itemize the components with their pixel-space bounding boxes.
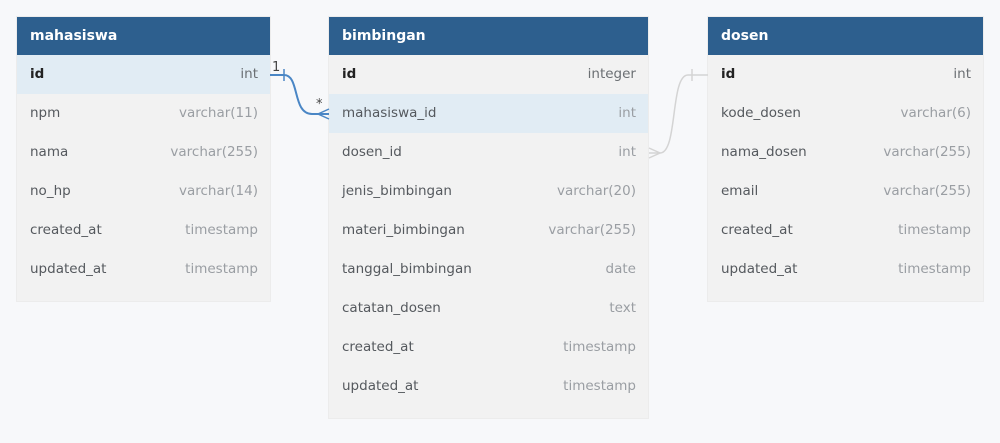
column-type: timestamp <box>185 261 258 277</box>
table-mahasiswa[interactable]: mahasiswa id int npm varchar(11) nama varchar(… <box>17 17 270 301</box>
column-type: varchar(255) <box>883 183 971 199</box>
column-row-tanggal-bimbingan[interactable]: tanggal_bimbingan date <box>329 250 648 289</box>
column-type: varchar(255) <box>170 144 258 160</box>
column-type: varchar(255) <box>548 222 636 238</box>
column-row-kode-dosen[interactable]: kode_dosen varchar(6) <box>708 94 983 133</box>
column-row-materi-bimbingan[interactable]: materi_bimbingan varchar(255) <box>329 211 648 250</box>
column-row-dosen-id[interactable]: dosen_id int <box>329 133 648 172</box>
column-type: date <box>605 261 636 277</box>
table-header[interactable]: bimbingan <box>329 17 648 55</box>
column-type: varchar(20) <box>556 183 636 199</box>
column-name: no_hp <box>30 183 71 199</box>
column-row-updated-at[interactable]: updated_at timestamp <box>329 367 648 406</box>
table-header[interactable]: dosen <box>708 17 983 55</box>
column-row-nama-dosen[interactable]: nama_dosen varchar(255) <box>708 133 983 172</box>
column-name: updated_at <box>30 261 107 277</box>
column-type: timestamp <box>898 261 971 277</box>
column-row-nama[interactable]: nama varchar(255) <box>17 133 270 172</box>
table-footer-padding <box>329 406 648 418</box>
column-row-id[interactable]: id integer <box>329 55 648 94</box>
column-type: timestamp <box>898 222 971 238</box>
column-type: varchar(14) <box>178 183 258 199</box>
column-row-npm[interactable]: npm varchar(11) <box>17 94 270 133</box>
column-name: materi_bimbingan <box>342 222 465 238</box>
relation-dosen-bimbingan[interactable] <box>649 74 708 154</box>
column-type: varchar(6) <box>900 105 971 121</box>
table-dosen[interactable]: dosen id int kode_dosen varchar(6) nama_dosen… <box>708 17 983 301</box>
column-name: updated_at <box>721 261 798 277</box>
column-type: varchar(255) <box>883 144 971 160</box>
column-row-jenis-bimbingan[interactable]: jenis_bimbingan varchar(20) <box>329 172 648 211</box>
table-header[interactable]: mahasiswa <box>17 17 270 55</box>
relation-from-label: 1 <box>272 60 280 75</box>
column-name: id <box>30 66 45 82</box>
column-name: jenis_bimbingan <box>342 183 452 199</box>
column-row-id[interactable]: id int <box>17 55 270 94</box>
column-name: email <box>721 183 759 199</box>
column-type: int <box>618 105 636 121</box>
column-name: npm <box>30 105 61 121</box>
column-name: kode_dosen <box>721 105 801 121</box>
column-name: created_at <box>342 339 414 355</box>
column-row-mahasiswa-id[interactable]: mahasiswa_id int <box>329 94 648 133</box>
column-type: timestamp <box>563 378 636 394</box>
column-type: int <box>953 66 971 82</box>
relation-mahasiswa-bimbingan[interactable] <box>270 74 329 115</box>
many-crowfoot-marker <box>316 108 330 120</box>
column-name: nama_dosen <box>721 144 807 160</box>
column-row-created-at[interactable]: created_at timestamp <box>708 211 983 250</box>
column-type: int <box>240 66 258 82</box>
column-type: varchar(11) <box>178 105 258 121</box>
column-row-id[interactable]: id int <box>708 55 983 94</box>
column-name: mahasiswa_id <box>342 105 437 121</box>
column-type: integer <box>587 66 636 82</box>
column-name: tanggal_bimbingan <box>342 261 472 277</box>
column-name: id <box>342 66 357 82</box>
column-row-updated-at[interactable]: updated_at timestamp <box>708 250 983 289</box>
column-type: int <box>618 144 636 160</box>
many-marker-faint <box>648 147 662 159</box>
column-name: nama <box>30 144 69 160</box>
table-footer-padding <box>708 289 983 301</box>
column-row-created-at[interactable]: created_at timestamp <box>17 211 270 250</box>
column-type: timestamp <box>185 222 258 238</box>
column-name: created_at <box>721 222 793 238</box>
table-bimbingan[interactable]: bimbingan id integer mahasiswa_id int dosen_i… <box>329 17 648 418</box>
column-name: id <box>721 66 736 82</box>
column-row-no-hp[interactable]: no_hp varchar(14) <box>17 172 270 211</box>
column-name: dosen_id <box>342 144 402 160</box>
column-name: catatan_dosen <box>342 300 441 316</box>
column-row-created-at[interactable]: created_at timestamp <box>329 328 648 367</box>
column-row-catatan-dosen[interactable]: catatan_dosen text <box>329 289 648 328</box>
column-type: text <box>609 300 636 316</box>
diagram-canvas: mahasiswa id int npm varchar(11) nama varchar(… <box>0 0 1000 443</box>
column-type: timestamp <box>563 339 636 355</box>
relation-to-label: * <box>316 97 323 112</box>
column-name: created_at <box>30 222 102 238</box>
column-row-updated-at[interactable]: updated_at timestamp <box>17 250 270 289</box>
table-footer-padding <box>17 289 270 301</box>
column-name: updated_at <box>342 378 419 394</box>
column-row-email[interactable]: email varchar(255) <box>708 172 983 211</box>
